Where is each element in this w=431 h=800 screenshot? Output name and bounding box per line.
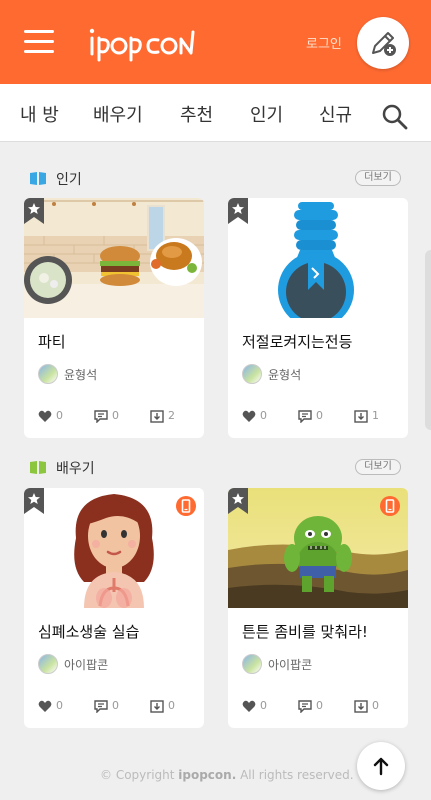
tab-new[interactable]: 신규 [319, 101, 352, 127]
comment-icon [94, 410, 108, 423]
card-stats: 0 0 0 [38, 698, 198, 714]
footer-suffix: All rights reserved. [236, 768, 354, 782]
book-icon [30, 172, 46, 185]
heart-icon [38, 700, 52, 712]
download-icon [354, 410, 368, 423]
download-count: 0 [372, 699, 379, 712]
menu-icon[interactable] [24, 30, 54, 54]
footer-brand: ipopcon. [178, 768, 237, 782]
like-count: 0 [260, 699, 267, 712]
card-title[interactable]: 튼튼 좀비를 맞춰라! [242, 621, 368, 642]
tab-recommended[interactable]: 추천 [180, 101, 213, 127]
section-header-popular: 인기 [30, 169, 410, 189]
like-count: 0 [260, 409, 267, 422]
project-card[interactable]: 저절로켜지는전등 윤형석 0 0 1 [228, 198, 408, 438]
avatar [38, 654, 58, 674]
comment-count: 0 [112, 699, 119, 712]
like-count: 0 [56, 409, 63, 422]
project-card[interactable]: 파티 윤형석 0 0 2 [24, 198, 204, 438]
card-stats: 0 0 2 [38, 408, 198, 424]
footer-prefix: © Copyright [100, 768, 179, 782]
download-icon [354, 700, 368, 713]
section-header-learn: 배우기 [30, 458, 410, 478]
bookmark-icon[interactable] [24, 198, 44, 224]
project-card[interactable]: 심폐소생술 실습 아이팝콘 0 0 0 [24, 488, 204, 728]
mobile-icon [176, 496, 196, 516]
heart-icon [242, 410, 256, 422]
more-button[interactable]: 더보기 [355, 170, 401, 186]
project-thumbnail [24, 198, 204, 318]
login-link[interactable]: 로그인 [306, 33, 342, 52]
comment-count: 0 [316, 409, 323, 422]
bookmark-icon[interactable] [24, 488, 44, 514]
project-card[interactable]: 튼튼 좀비를 맞춰라! 아이팝콘 0 0 0 [228, 488, 408, 728]
scroll-to-top-button[interactable] [357, 742, 405, 790]
copyright-footer: © Copyright ipopcon. All rights reserved… [100, 768, 354, 782]
author-name[interactable]: 아이팝콘 [268, 656, 312, 673]
avatar [242, 364, 262, 384]
section-title: 인기 [56, 172, 82, 188]
download-count: 2 [168, 409, 175, 422]
pencil-plus-icon [372, 32, 396, 56]
tab-my-room[interactable]: 내 방 [20, 101, 59, 127]
download-count: 1 [372, 409, 379, 422]
bookmark-icon[interactable] [228, 488, 248, 514]
like-count: 0 [56, 699, 63, 712]
card-stats: 0 0 0 [242, 698, 402, 714]
more-button[interactable]: 더보기 [355, 459, 401, 475]
heart-icon [38, 410, 52, 422]
card-title[interactable]: 심폐소생술 실습 [38, 621, 139, 642]
top-bar: 로그인 [0, 0, 431, 84]
download-icon [150, 700, 164, 713]
bookmark-icon[interactable] [228, 198, 248, 224]
tab-popular[interactable]: 인기 [250, 101, 283, 127]
avatar [242, 654, 262, 674]
section-title: 배우기 [56, 461, 95, 477]
card-title[interactable]: 파티 [38, 331, 66, 352]
ipopcon-logo[interactable] [86, 20, 198, 64]
mobile-icon [380, 496, 400, 516]
card-title[interactable]: 저절로켜지는전등 [242, 331, 352, 352]
comment-icon [94, 700, 108, 713]
author-name[interactable]: 윤형석 [64, 366, 97, 383]
create-project-button[interactable] [357, 17, 409, 69]
author-name[interactable]: 윤형석 [268, 366, 301, 383]
tab-learn[interactable]: 배우기 [93, 101, 143, 127]
scrollbar-handle[interactable] [425, 250, 431, 430]
download-icon [150, 410, 164, 423]
main-nav: 내 방 배우기 추천 인기 신규 [0, 84, 431, 142]
heart-icon [242, 700, 256, 712]
comment-icon [298, 410, 312, 423]
arrow-up-icon [373, 757, 389, 776]
project-thumbnail [228, 198, 408, 318]
comment-count: 0 [316, 699, 323, 712]
card-stats: 0 0 1 [242, 408, 402, 424]
comment-icon [298, 700, 312, 713]
search-icon[interactable] [382, 104, 408, 130]
download-count: 0 [168, 699, 175, 712]
book-icon [30, 461, 46, 474]
avatar [38, 364, 58, 384]
comment-count: 0 [112, 409, 119, 422]
author-name[interactable]: 아이팝콘 [64, 656, 108, 673]
